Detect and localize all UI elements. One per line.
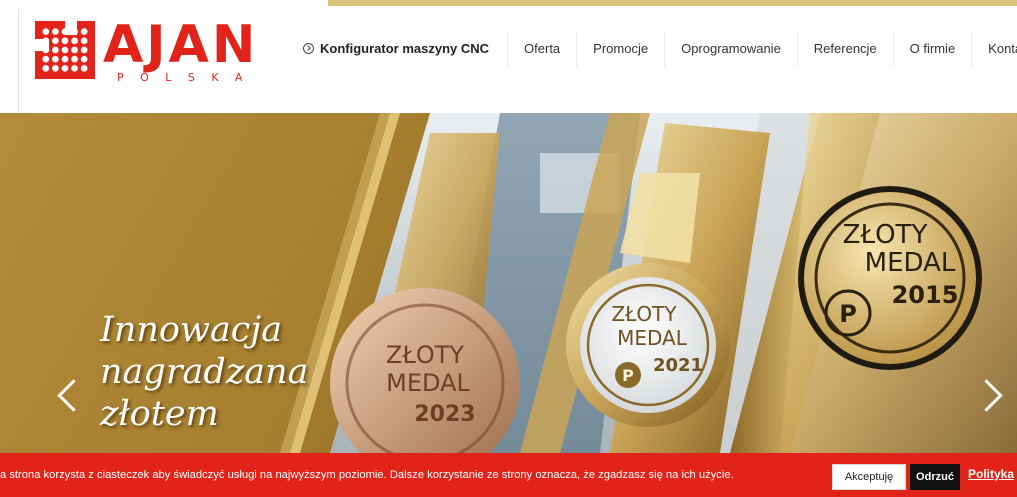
page: AJAN POLSKA Konfigurator maszyny CNC Ofe…: [0, 0, 1017, 497]
logo-mark-icon: [35, 21, 95, 79]
medal-right-line1: ZŁOTY: [843, 220, 928, 250]
cookie-reject-button[interactable]: Odrzuć: [910, 464, 960, 490]
nav-item-oferta[interactable]: Oferta: [507, 31, 576, 67]
svg-text:P: P: [839, 300, 857, 328]
slider-next-button[interactable]: [970, 375, 1003, 415]
logo-wordmark: AJAN: [103, 15, 259, 75]
hero-headline: Innowacja nagradzana złotem: [100, 310, 309, 434]
chevron-right-icon: [970, 379, 1003, 412]
medal-right-line2: MEDAL: [865, 248, 956, 278]
nav-item-label: Oprogramowanie: [681, 41, 781, 56]
logo-subtitle: POLSKA: [117, 71, 259, 84]
medal-bronze-line2: MEDAL: [386, 369, 470, 397]
medal-middle-line1: ZŁOTY: [611, 302, 677, 326]
nav-item-configurator[interactable]: Konfigurator maszyny CNC: [289, 31, 507, 67]
nav-item-kontakt[interactable]: Kontakt: [971, 31, 1017, 67]
ajan-logo[interactable]: AJAN POLSKA: [35, 15, 255, 91]
svg-text:P: P: [622, 366, 634, 385]
medal-right-year: 2015: [892, 281, 959, 309]
medal-middle-year: 2021: [653, 355, 703, 376]
cookie-accept-button[interactable]: Akceptuję: [832, 464, 906, 490]
cookie-message: a strona korzysta z ciasteczek aby świad…: [0, 469, 734, 481]
nav-item-label: Konfigurator maszyny CNC: [320, 41, 490, 56]
privacy-policy-link[interactable]: Polityka: [968, 467, 1014, 481]
nav-item-label: Promocje: [593, 41, 649, 56]
nav-item-label: Oferta: [524, 41, 561, 56]
medal-middle-line2: MEDAL: [617, 326, 688, 350]
nav-item-promocje[interactable]: Promocje: [576, 31, 664, 67]
nav-item-label: Referencje: [813, 41, 877, 56]
circle-chevron-icon: [303, 43, 314, 54]
nav-item-o-firmie[interactable]: O firmie: [892, 31, 972, 67]
main-nav: Konfigurator maszyny CNC Oferta Promocje…: [289, 9, 1017, 89]
cookie-banner: a strona korzysta z ciasteczek aby świad…: [0, 453, 1017, 497]
nav-item-referencje[interactable]: Referencje: [796, 31, 893, 67]
medal-bronze-year: 2023: [414, 402, 475, 427]
medal-bronze-line1: ZŁOTY: [386, 341, 464, 369]
top-accent-strip: [328, 0, 1017, 6]
nav-item-label: O firmie: [909, 41, 956, 56]
site-header: AJAN POLSKA Konfigurator maszyny CNC Ofe…: [18, 9, 1017, 113]
nav-item-oprogramowanie[interactable]: Oprogramowanie: [664, 31, 797, 67]
nav-item-label: Kontakt: [988, 41, 1017, 56]
hero-slider: ZŁOTY MEDAL 2023 ZŁOTY MEDAL 2021 P ZŁOT…: [0, 113, 1017, 453]
slider-prev-button[interactable]: [52, 375, 90, 415]
